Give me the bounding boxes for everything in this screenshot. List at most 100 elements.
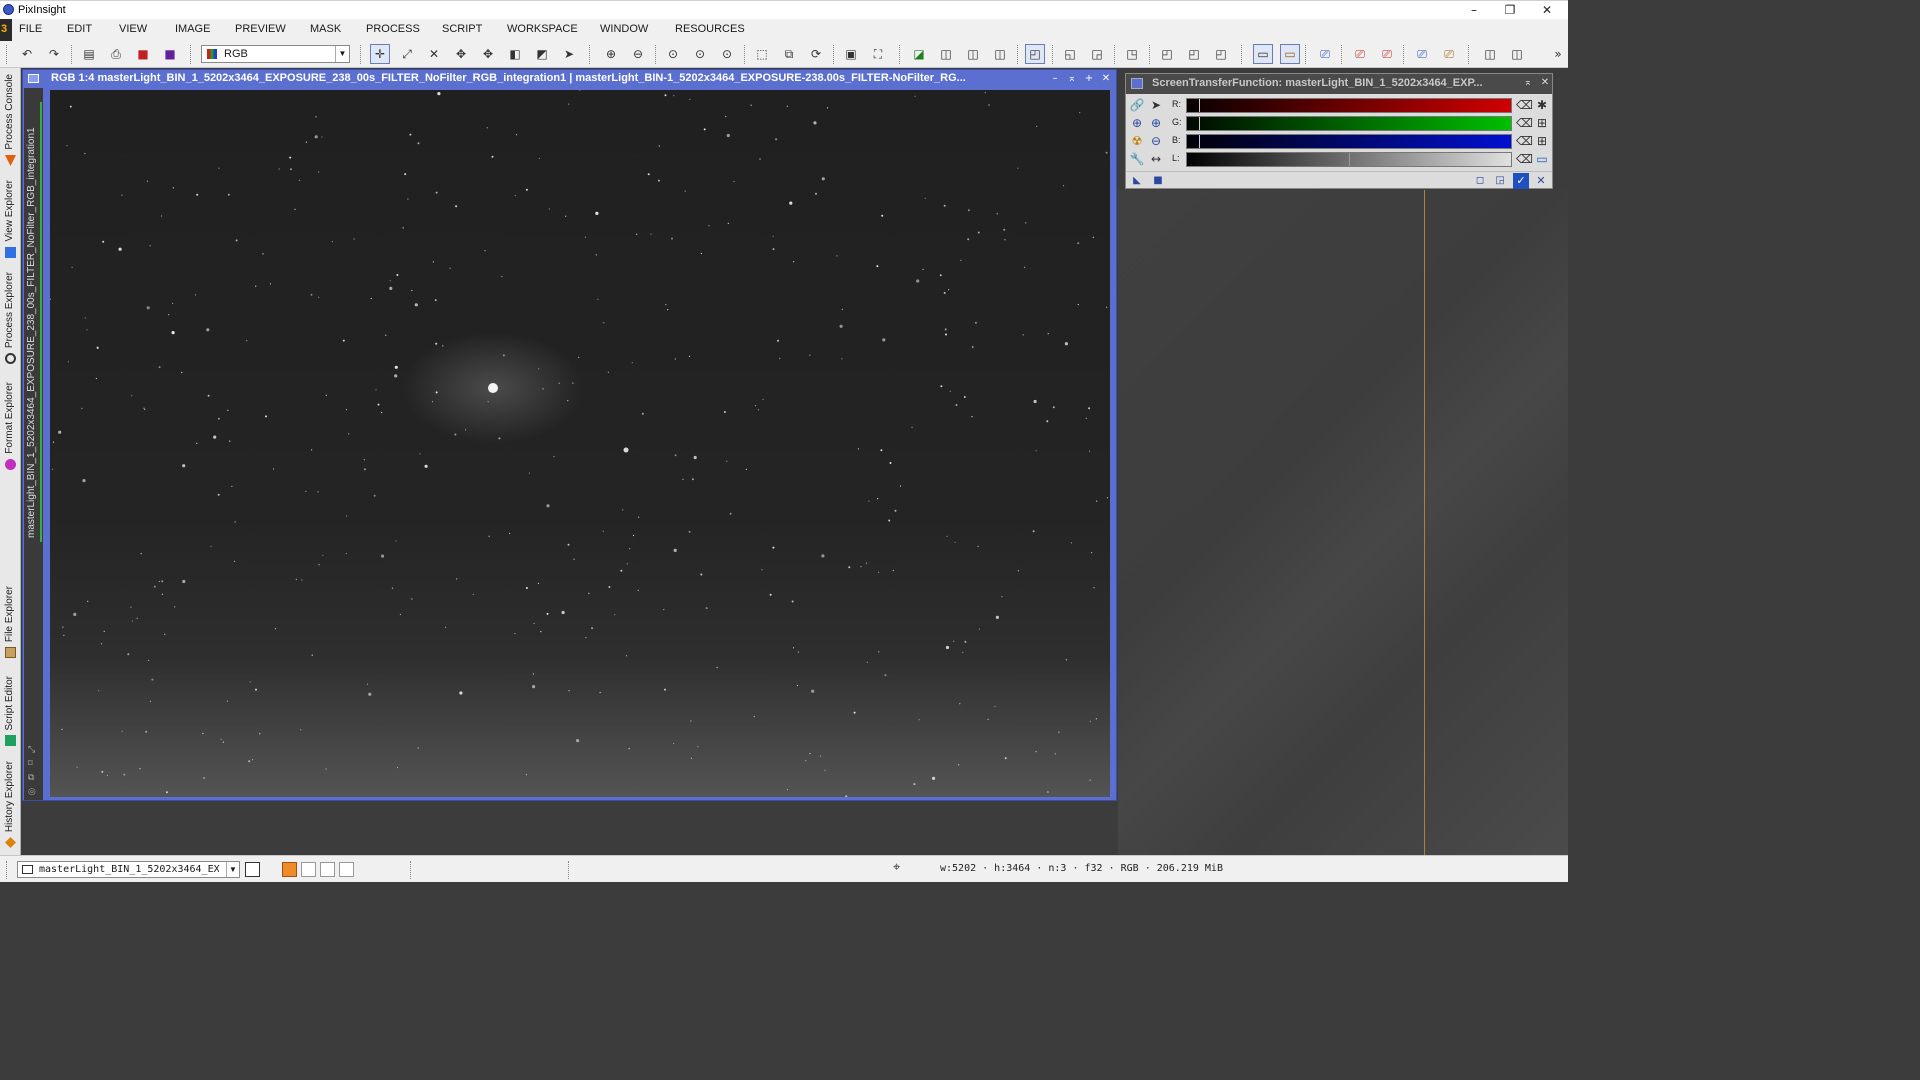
stf-slider-g[interactable] <box>1186 116 1512 131</box>
undo-icon[interactable]: ↶ <box>17 44 37 64</box>
view-selector[interactable]: masterLight_BIN_1_5202x3464_EXP ▼ <box>17 861 240 878</box>
window-restore-button[interactable]: ❐ <box>1492 2 1528 18</box>
preview-mode-icon[interactable]: ◧ <box>505 44 525 64</box>
menu-file[interactable]: FILE <box>19 23 42 35</box>
zoom-out-icon[interactable]: ⊖ <box>1148 133 1164 149</box>
dock-tab-format-explorer[interactable]: Format Explorer <box>0 370 21 474</box>
history-icon[interactable]: ◱ <box>1060 44 1080 64</box>
layout-icon[interactable]: ◫ <box>1480 44 1500 64</box>
dock-tab-view-explorer[interactable]: View Explorer <box>0 172 21 262</box>
image-close-button[interactable]: ✕ <box>1098 71 1114 87</box>
zoom-1-1-icon[interactable]: ⊙ <box>663 44 683 64</box>
move-icon[interactable]: ⊞ <box>1534 133 1550 149</box>
pan-mode-icon[interactable]: ✥ <box>451 44 471 64</box>
mask-icon[interactable]: ◪ <box>909 44 929 64</box>
image-identifier-tab[interactable]: masterLight_BIN_1_5202x3464_EXPOSURE_238… <box>26 108 37 538</box>
reset-icon[interactable]: ⌫ <box>1516 115 1533 131</box>
redo-icon[interactable]: ↷ <box>44 44 64 64</box>
reset-all-icon[interactable]: ✕ <box>1533 173 1549 189</box>
edit-preview-icon[interactable]: ◩ <box>532 44 552 64</box>
zoom-1-2-icon[interactable]: ⊙ <box>690 44 710 64</box>
window-icon[interactable]: ▣ <box>841 44 861 64</box>
display-icon[interactable]: ▭ <box>1253 44 1273 64</box>
mask-show-icon[interactable]: ◫ <box>963 44 983 64</box>
center-icon[interactable]: ✥ <box>478 44 498 64</box>
window-minimize-button[interactable]: – <box>1456 2 1492 18</box>
dock-tab-history-explorer[interactable]: History Explorer <box>0 752 21 852</box>
crop-icon[interactable]: ⧉ <box>779 44 799 64</box>
screen-red-icon[interactable]: ⎚ <box>1350 44 1370 64</box>
horizontal-arrows-icon[interactable]: ↔ <box>1148 151 1164 167</box>
toolbar-more-button[interactable]: » <box>1550 44 1566 64</box>
color-sample-1[interactable] <box>301 862 316 877</box>
rotate-icon[interactable]: ⟳ <box>806 44 826 64</box>
new-instance-icon[interactable]: ◣ <box>1129 173 1145 189</box>
stf-slider-r[interactable] <box>1186 98 1512 113</box>
menu-workspace[interactable]: WORKSPACE <box>507 23 578 35</box>
display-stf-icon[interactable]: ▭ <box>1280 44 1300 64</box>
stf-slider-b[interactable] <box>1186 134 1512 149</box>
menu-view[interactable]: VIEW <box>119 23 147 35</box>
link-channels-icon[interactable]: 🔗 <box>1129 97 1145 113</box>
export-alt-icon[interactable]: ⎚ <box>1439 44 1459 64</box>
color-sample-2[interactable] <box>320 862 335 877</box>
mask-invert-icon[interactable]: ◫ <box>990 44 1010 64</box>
image-shade-button[interactable]: ⌅ <box>1064 71 1080 87</box>
chevron-down-icon[interactable]: ▼ <box>335 46 349 62</box>
browse-docs-icon[interactable]: ◻ <box>1472 173 1488 189</box>
apply-icon[interactable]: ✓ <box>1513 173 1529 189</box>
menu-resources[interactable]: RESOURCES <box>675 23 745 35</box>
image-minimize-button[interactable]: – <box>1047 71 1063 87</box>
clone-icon[interactable]: ◰ <box>1157 44 1177 64</box>
reset-icon[interactable]: ⌫ <box>1516 151 1533 167</box>
stf-shade-button[interactable]: ⌅ <box>1521 76 1535 90</box>
duplicate-icon[interactable]: ◰ <box>1184 44 1204 64</box>
select-all-icon[interactable]: ⬚ <box>752 44 772 64</box>
extract-icon[interactable]: ◰ <box>1211 44 1231 64</box>
menu-process[interactable]: PROCESS <box>366 23 420 35</box>
pointer-icon[interactable]: ➤ <box>559 44 579 64</box>
menu-script[interactable]: SCRIPT <box>442 23 482 35</box>
menu-edit[interactable]: EDIT <box>67 23 92 35</box>
track-view-icon[interactable]: ⊞ <box>1534 115 1550 131</box>
history-back-icon[interactable]: ◲ <box>1087 44 1107 64</box>
chevron-down-icon[interactable]: ▼ <box>226 862 239 877</box>
layout-alt-icon[interactable]: ◫ <box>1507 44 1527 64</box>
reset-icon[interactable]: ⌫ <box>1516 97 1533 113</box>
channel-select[interactable]: RGB ▼ <box>201 45 350 63</box>
readout-mode-icon[interactable]: ✛ <box>370 44 390 64</box>
save-icon[interactable]: ■ <box>133 44 153 64</box>
wrench-icon[interactable]: 🔧 <box>1129 151 1145 167</box>
global-apply-icon[interactable]: ■ <box>1150 173 1166 189</box>
stf-slider-l[interactable] <box>1186 152 1512 167</box>
screen-red-alt-icon[interactable]: ⎚ <box>1377 44 1397 64</box>
fullscreen-icon[interactable]: ⛶ <box>868 44 888 64</box>
window-close-button[interactable]: ✕ <box>1529 2 1565 18</box>
menu-image[interactable]: IMAGE <box>175 23 210 35</box>
image-maximize-button[interactable]: + <box>1081 71 1097 87</box>
menu-mask[interactable]: MASK <box>310 23 341 35</box>
zoom-in-icon[interactable]: ⊕ <box>1129 115 1145 131</box>
auto-stretch-icon[interactable]: ☢ <box>1129 133 1145 149</box>
pointer-icon[interactable]: ➤ <box>1148 97 1164 113</box>
screen-icon[interactable]: ⎚ <box>1315 44 1335 64</box>
color-sample-3[interactable] <box>339 862 354 877</box>
save-as-icon[interactable]: ■ <box>160 44 180 64</box>
export-icon[interactable]: ⎚ <box>1412 44 1432 64</box>
menu-preview[interactable]: PREVIEW <box>235 23 286 35</box>
zoom-plus-icon[interactable]: ⊕ <box>1148 115 1164 131</box>
dock-tab-process-console[interactable]: Process Console <box>0 68 21 170</box>
dock-tab-file-explorer[interactable]: File Explorer <box>0 574 21 662</box>
view-mode-icon[interactable] <box>245 862 260 877</box>
zoom-to-fit-icon[interactable]: ⤢ <box>397 44 417 64</box>
display-icon[interactable]: ▭ <box>1534 151 1550 167</box>
image-window[interactable]: RGB 1:4 masterLight_BIN_1_5202x3464_EXPO… <box>22 69 1117 801</box>
fit-view-icon[interactable]: ✕ <box>424 44 444 64</box>
process-icon[interactable]: ◳ <box>1122 44 1142 64</box>
reset-icon[interactable]: ⌫ <box>1516 133 1533 149</box>
zoom-out-icon[interactable]: ⊖ <box>628 44 648 64</box>
settings-icon[interactable]: ✱ <box>1534 97 1550 113</box>
stf-close-button[interactable]: ✕ <box>1538 76 1552 90</box>
stf-panel[interactable]: ScreenTransferFunction: masterLight_BIN_… <box>1125 73 1553 189</box>
mask-enable-icon[interactable]: ◫ <box>936 44 956 64</box>
